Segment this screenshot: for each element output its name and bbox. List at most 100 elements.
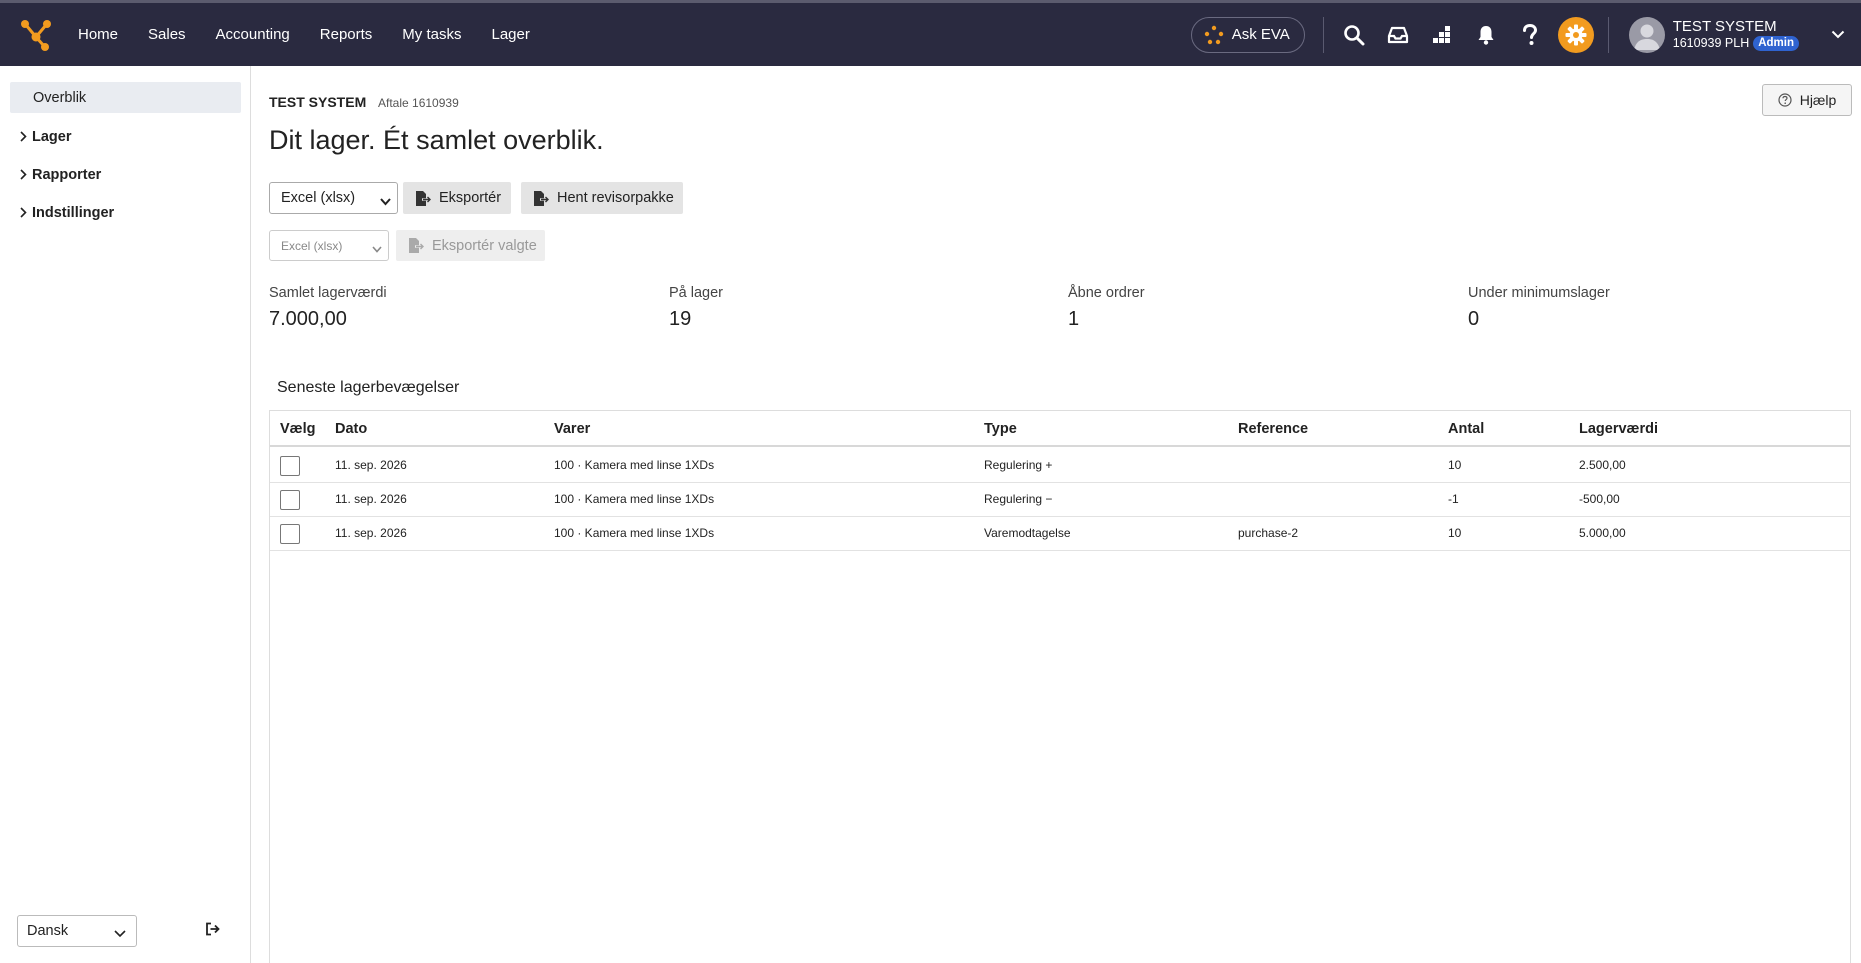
cell-reference: purchase-2 — [1238, 526, 1299, 540]
selected-format-value: Excel (xlsx) — [281, 238, 343, 253]
agreement-number: Aftale 1610939 — [378, 96, 459, 110]
cell-type: Regulering + — [984, 458, 1053, 472]
user-name: TEST SYSTEM — [1672, 17, 1777, 35]
column-header-value[interactable]: Lagerværdi — [1579, 411, 1658, 447]
chevron-down-icon[interactable] — [1831, 26, 1845, 44]
stat-value: 19 — [669, 308, 692, 330]
cell-item: 100 · Kamera med linse 1XDs — [554, 492, 715, 506]
cell-qty: 10 — [1448, 526, 1462, 540]
sidebar-item-label: Indstillinger — [32, 204, 115, 221]
main-content: TEST SYSTEM Aftale 1610939 Hjælp Dit lag… — [251, 66, 1861, 963]
stat-total-value: Samlet lagerværdi 7.000,00 — [269, 285, 387, 331]
export-label: Eksportér — [439, 190, 502, 206]
cell-date: 11. sep. 2026 — [335, 458, 407, 472]
cell-qty: 10 — [1448, 458, 1462, 472]
cell-value: -500,00 — [1579, 492, 1620, 506]
cell-date: 11. sep. 2026 — [335, 492, 407, 506]
page-title: Dit lager. Ét samlet overblik. — [269, 125, 604, 155]
chevron-right-icon — [20, 206, 27, 222]
search-icon[interactable] — [1332, 13, 1376, 57]
movements-table: Vælg Dato Varer Type Reference Antal Lag… — [269, 410, 1851, 963]
stat-open-orders: Åbne ordrer 1 — [1068, 285, 1145, 331]
sidebar-item-rapporter[interactable]: Rapporter — [10, 159, 241, 190]
column-header-date[interactable]: Dato — [335, 411, 367, 447]
column-header-qty[interactable]: Antal — [1448, 411, 1484, 447]
stat-label: Samlet lagerværdi — [269, 285, 387, 301]
export-format-select[interactable]: Excel (xlsx) — [269, 182, 398, 214]
stat-value: 7.000,00 — [269, 308, 347, 330]
nav-my-tasks[interactable]: My tasks — [402, 26, 461, 43]
help-circle-icon — [1778, 93, 1792, 107]
cell-type: Varemodtagelse — [984, 526, 1071, 540]
table-header: Vælg Dato Varer Type Reference Antal Lag… — [270, 411, 1850, 447]
sidebar-item-label: Lager — [32, 128, 72, 145]
column-header-reference[interactable]: Reference — [1238, 411, 1308, 447]
cell-value: 5.000,00 — [1579, 526, 1626, 540]
export-button[interactable]: Eksportér — [403, 182, 511, 214]
column-header-select[interactable]: Vælg — [280, 411, 315, 447]
file-export-icon — [409, 238, 424, 253]
cell-item: 100 · Kamera med linse 1XDs — [554, 526, 715, 540]
nav-sales[interactable]: Sales — [148, 26, 186, 43]
admin-badge: Admin — [1753, 35, 1799, 51]
chevron-down-icon — [114, 926, 126, 942]
file-export-icon — [534, 190, 549, 206]
user-account: 1610939 PLH — [1672, 35, 1750, 50]
row-checkbox[interactable] — [280, 456, 300, 476]
table-row[interactable]: 11. sep. 2026 100 · Kamera med linse 1XD… — [270, 483, 1850, 517]
cell-qty: -1 — [1448, 492, 1459, 506]
app-logo-icon[interactable] — [18, 17, 54, 53]
nav-home[interactable]: Home — [78, 26, 118, 43]
sidebar-item-overblik[interactable]: Overblik — [10, 82, 241, 113]
cell-item: 100 · Kamera med linse 1XDs — [554, 458, 715, 472]
table-row[interactable]: 11. sep. 2026 100 · Kamera med linse 1XD… — [270, 517, 1850, 551]
selected-format-select[interactable]: Excel (xlsx) — [269, 230, 389, 261]
auditor-package-button[interactable]: Hent revisorpakke — [521, 182, 683, 214]
sidebar-item-lager[interactable]: Lager — [10, 121, 241, 152]
nav-lager[interactable]: Lager — [491, 26, 529, 43]
export-selected-button[interactable]: Eksportér valgte — [396, 230, 545, 261]
sidebar-item-indstillinger[interactable]: Indstillinger — [10, 197, 241, 228]
nav-reports[interactable]: Reports — [320, 26, 373, 43]
gear-icon[interactable] — [1557, 16, 1594, 53]
sidebar-item-label: Overblik — [33, 89, 87, 106]
help-icon[interactable] — [1508, 13, 1552, 57]
eva-icon — [1204, 25, 1224, 45]
export-selected-label: Eksportér valgte — [432, 237, 537, 254]
stat-label: Åbne ordrer — [1068, 285, 1145, 301]
auditor-package-label: Hent revisorpakke — [557, 190, 674, 206]
user-menu[interactable]: TEST SYSTEM 1610939 PLH Admin — [1628, 16, 1845, 53]
ask-eva-button[interactable]: Ask EVA — [1190, 16, 1305, 53]
top-right-tools: Ask EVA TEST SYSTEM 1610939 PLH Admin — [1190, 3, 1861, 66]
column-header-item[interactable]: Varer — [554, 411, 590, 447]
top-bar: Home Sales Accounting Reports My tasks L… — [0, 0, 1861, 66]
help-button[interactable]: Hjælp — [1762, 84, 1852, 116]
row-checkbox[interactable] — [280, 524, 300, 544]
inbox-icon[interactable] — [1376, 13, 1420, 57]
apps-icon[interactable] — [1420, 13, 1464, 57]
bell-icon[interactable] — [1464, 13, 1508, 57]
table-row[interactable]: 11. sep. 2026 100 · Kamera med linse 1XD… — [270, 449, 1850, 483]
stat-below-minimum: Under minimumslager 0 — [1468, 285, 1610, 331]
help-label: Hjælp — [1799, 92, 1837, 108]
chevron-right-icon — [20, 130, 27, 146]
logout-icon[interactable] — [205, 922, 220, 941]
ask-eva-label: Ask EVA — [1231, 26, 1290, 43]
main-nav: Home Sales Accounting Reports My tasks L… — [78, 26, 560, 43]
stat-label: Under minimumslager — [1468, 285, 1610, 301]
stat-label: På lager — [669, 285, 724, 301]
cell-value: 2.500,00 — [1579, 458, 1626, 472]
chevron-right-icon — [20, 168, 27, 184]
row-checkbox[interactable] — [280, 490, 300, 510]
user-info: TEST SYSTEM 1610939 PLH Admin — [1673, 18, 1799, 52]
stat-value: 0 — [1468, 308, 1480, 330]
avatar — [1628, 16, 1665, 53]
nav-accounting[interactable]: Accounting — [216, 26, 290, 43]
divider — [1607, 16, 1609, 53]
cell-date: 11. sep. 2026 — [335, 526, 407, 540]
chevron-down-icon — [380, 194, 391, 210]
divider — [1322, 16, 1324, 53]
column-header-type[interactable]: Type — [984, 411, 1017, 447]
chevron-down-icon — [372, 242, 382, 256]
language-select[interactable]: Dansk — [17, 915, 137, 947]
